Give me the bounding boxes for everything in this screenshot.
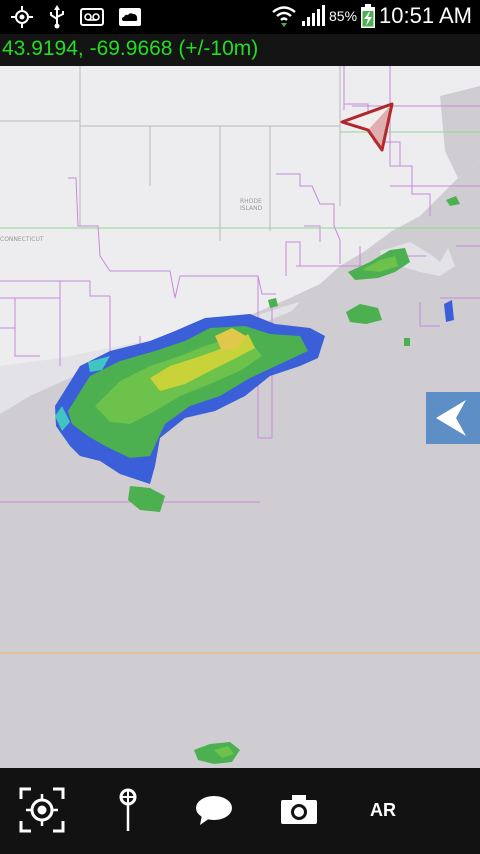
ar-button[interactable]: AR xyxy=(360,786,406,834)
wifi-icon xyxy=(272,6,296,27)
location-readout-bar: 43.9194, -69.9668 (+/-10m) xyxy=(0,34,480,66)
map-pin-icon xyxy=(119,788,137,831)
weather-cloud-icon xyxy=(119,8,141,26)
gps-icon xyxy=(11,6,33,28)
voicemail-icon xyxy=(80,8,104,26)
drop-pin-button[interactable] xyxy=(110,786,146,834)
signal-icon xyxy=(302,5,326,26)
battery-charging-icon xyxy=(361,4,376,28)
map-view[interactable]: RHODE ISLAND CONNECTICUT xyxy=(0,66,480,768)
chevron-left-icon xyxy=(436,400,466,436)
status-bar: 85% 10:51 AM xyxy=(0,0,480,34)
camera-button[interactable] xyxy=(278,786,320,834)
clock-time: 10:51 AM xyxy=(379,3,472,28)
map-label-rhode-island: RHODE ISLAND xyxy=(240,198,263,212)
battery-percent: 85% xyxy=(329,8,358,24)
camera-icon xyxy=(281,795,317,824)
locate-me-button[interactable] xyxy=(18,786,66,834)
ar-label: AR xyxy=(370,799,396,820)
locate-target-icon xyxy=(19,787,65,833)
bottom-toolbar: AR xyxy=(0,768,480,854)
map-label-connecticut: CONNECTICUT xyxy=(0,236,44,243)
map-canvas[interactable] xyxy=(0,66,480,768)
coordinates-text: 43.9194, -69.9668 (+/-10m) xyxy=(2,37,259,60)
usb-icon xyxy=(50,5,64,29)
side-panel-toggle[interactable] xyxy=(426,392,480,444)
chat-bubble-icon xyxy=(196,796,232,825)
comment-button[interactable] xyxy=(192,786,236,834)
